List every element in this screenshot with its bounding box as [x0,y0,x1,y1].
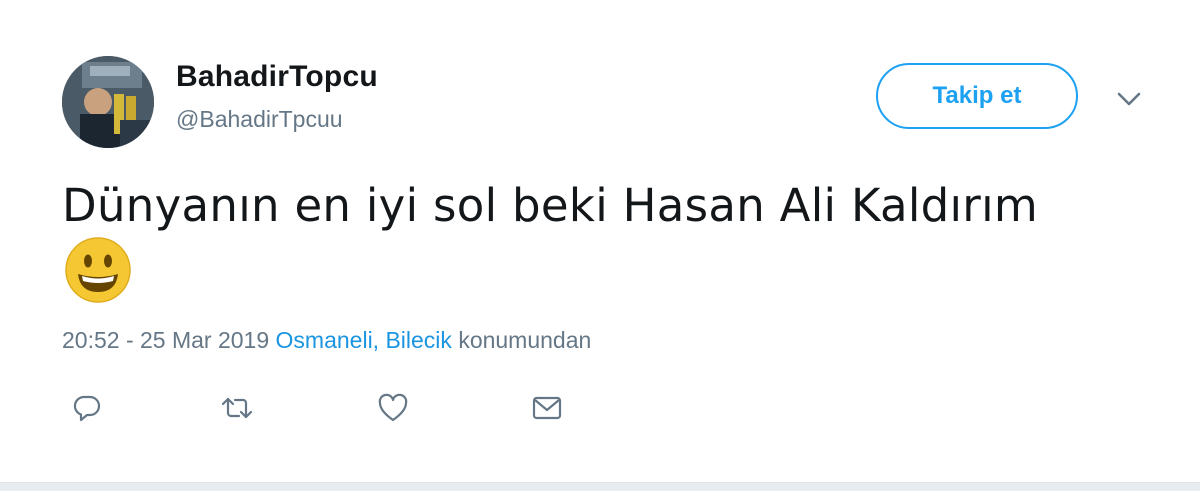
chevron-down-icon[interactable] [1112,84,1146,114]
tweet-text: Dünyanın en iyi sol beki Hasan Ali Kaldı… [62,179,1039,232]
like-icon[interactable] [373,388,413,428]
display-name[interactable]: BahadirTopcu [176,60,378,94]
message-icon[interactable] [527,388,567,428]
divider [0,482,1200,491]
tweet-meta: 20:52 - 25 Mar 2019 Osmaneli, Bilecik ko… [62,327,591,354]
tweet-timestamp[interactable]: 20:52 - 25 Mar 2019 [62,327,269,353]
location-link[interactable]: Osmaneli, Bilecik [276,327,452,353]
follow-button[interactable]: Takip et [876,63,1078,129]
tweet-card: BahadirTopcu @BahadirTpcuu Takip et Düny… [0,0,1200,482]
location-suffix: konumundan [458,327,592,353]
smiling-face-emoji [64,236,132,304]
avatar[interactable] [62,56,154,148]
reply-icon[interactable] [67,388,107,428]
user-handle[interactable]: @BahadirTpcuu [176,106,343,133]
retweet-icon[interactable] [217,388,257,428]
